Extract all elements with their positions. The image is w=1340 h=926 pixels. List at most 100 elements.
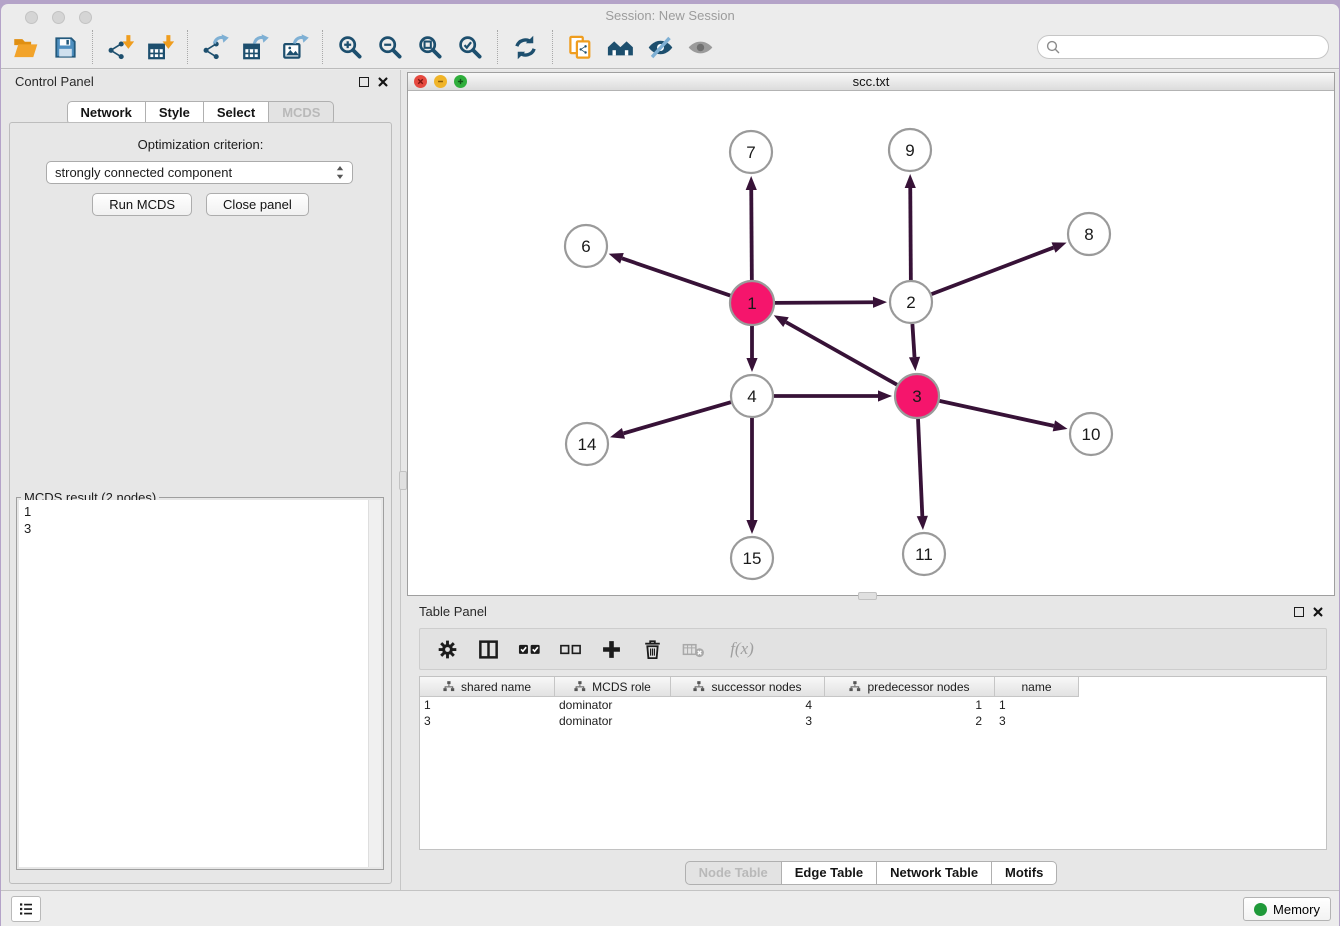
- edge-3-10[interactable]: [939, 401, 1053, 426]
- sort-hierarchy-icon: [574, 681, 586, 692]
- edge-2-3[interactable]: [912, 324, 914, 357]
- graph-node-14[interactable]: 14: [566, 423, 608, 465]
- node-label: 15: [743, 549, 762, 568]
- delete-columns-button[interactable]: [639, 636, 665, 662]
- network-window-close-button[interactable]: [414, 75, 427, 88]
- node-label: 7: [746, 143, 755, 162]
- export-network-button[interactable]: [195, 28, 235, 66]
- toolbar-separator: [187, 30, 188, 64]
- home-button[interactable]: [600, 28, 640, 66]
- node-label: 14: [578, 435, 597, 454]
- apply-preferred-layout-button[interactable]: [505, 28, 545, 66]
- control-panel-float-icon[interactable]: [359, 77, 369, 87]
- table-cell[interactable]: 4: [671, 698, 825, 712]
- edge-1-6[interactable]: [622, 258, 730, 295]
- column-header-name[interactable]: name: [995, 677, 1079, 696]
- optimization-criterion-select[interactable]: strongly connected component: [46, 161, 353, 184]
- select-all-columns-button[interactable]: [516, 636, 542, 662]
- task-history-button[interactable]: [11, 896, 41, 922]
- export-table-button[interactable]: [235, 28, 275, 66]
- graph-node-3[interactable]: 3: [895, 374, 939, 418]
- table-row[interactable]: 1dominator411: [420, 697, 1079, 713]
- show-columns-button[interactable]: [475, 636, 501, 662]
- column-label: predecessor nodes: [867, 680, 969, 694]
- edge-arrowhead: [917, 516, 928, 530]
- table-cell[interactable]: 1: [995, 698, 1079, 712]
- run-mcds-button[interactable]: Run MCDS: [92, 193, 192, 216]
- graph-node-9[interactable]: 9: [889, 129, 931, 171]
- mcds-result-list[interactable]: 1 3: [19, 500, 381, 867]
- result-scrollbar[interactable]: [368, 500, 381, 867]
- table-cell[interactable]: dominator: [555, 698, 671, 712]
- edge-2-9[interactable]: [910, 188, 911, 280]
- sort-hierarchy-icon: [693, 681, 705, 692]
- edge-3-11[interactable]: [918, 419, 922, 516]
- titlebar: Session: New Session: [1, 4, 1339, 25]
- zoom-fit-content-button[interactable]: [410, 28, 450, 66]
- network-window-zoom-button[interactable]: [454, 75, 467, 88]
- edge-3-1[interactable]: [786, 322, 897, 385]
- save-icon: [52, 34, 79, 61]
- graph-node-15[interactable]: 15: [731, 537, 773, 579]
- control-panel-close-icon[interactable]: [378, 77, 388, 87]
- graph-node-11[interactable]: 11: [903, 533, 945, 575]
- column-header-MCDS-role[interactable]: MCDS role: [555, 677, 671, 696]
- column-label: successor nodes: [711, 680, 801, 694]
- table-cell[interactable]: 1: [420, 698, 555, 712]
- table-row[interactable]: 3dominator323: [420, 713, 1079, 729]
- zoom-out-button[interactable]: [370, 28, 410, 66]
- tab-node-table[interactable]: Node Table: [685, 861, 782, 885]
- search-box: [1037, 35, 1329, 59]
- table-cell[interactable]: 3: [671, 714, 825, 728]
- table-panel-float-icon[interactable]: [1294, 607, 1304, 617]
- zoom-selected-region-button[interactable]: [450, 28, 490, 66]
- table-cell[interactable]: 2: [825, 714, 995, 728]
- graph-node-2[interactable]: 2: [890, 281, 932, 323]
- table-cell[interactable]: 3: [995, 714, 1079, 728]
- graph-node-7[interactable]: 7: [730, 131, 772, 173]
- network-window-minimize-button[interactable]: [434, 75, 447, 88]
- graph-node-8[interactable]: 8: [1068, 213, 1110, 255]
- network-canvas[interactable]: 1 2 3 4 6 7 8 9 10 11 14 15: [408, 92, 1334, 595]
- create-column-button[interactable]: [598, 636, 624, 662]
- import-table-from-file-button[interactable]: [140, 28, 180, 66]
- table-cell[interactable]: dominator: [555, 714, 671, 728]
- hide-panel-button[interactable]: [640, 28, 680, 66]
- column-header-shared-name[interactable]: shared name: [420, 677, 555, 696]
- network-window-titlebar[interactable]: scc.txt: [408, 73, 1334, 91]
- splitter-grip-horizontal[interactable]: [858, 592, 877, 600]
- open-session-button[interactable]: [5, 28, 45, 66]
- node-label: 9: [905, 141, 914, 160]
- import-network-from-file-button[interactable]: [100, 28, 140, 66]
- save-session-button[interactable]: [45, 28, 85, 66]
- table-settings-button[interactable]: [434, 636, 460, 662]
- table-cell[interactable]: 1: [825, 698, 995, 712]
- export-image-button[interactable]: [275, 28, 315, 66]
- graph-node-1[interactable]: 1: [730, 281, 774, 325]
- node-table-body: 1dominator4113dominator323: [420, 697, 1326, 729]
- graph-node-6[interactable]: 6: [565, 225, 607, 267]
- zoom-in-button[interactable]: [330, 28, 370, 66]
- show-panel-button[interactable]: [680, 28, 720, 66]
- search-input[interactable]: [1037, 35, 1329, 59]
- column-header-successor-nodes[interactable]: successor nodes: [671, 677, 825, 696]
- splitter-grip-vertical[interactable]: [399, 471, 407, 490]
- edge-4-14[interactable]: [623, 402, 730, 433]
- tab-motifs[interactable]: Motifs: [992, 861, 1057, 885]
- clone-network-button[interactable]: [560, 28, 600, 66]
- graph-node-10[interactable]: 10: [1070, 413, 1112, 455]
- graph-node-4[interactable]: 4: [731, 375, 773, 417]
- table-panel-close-icon[interactable]: [1313, 607, 1323, 617]
- close-panel-button[interactable]: Close panel: [206, 193, 309, 216]
- column-header-predecessor-nodes[interactable]: predecessor nodes: [825, 677, 995, 696]
- edge-1-2[interactable]: [775, 302, 873, 303]
- memory-button[interactable]: Memory: [1243, 897, 1331, 921]
- edge-2-8[interactable]: [932, 248, 1054, 295]
- tab-network-table[interactable]: Network Table: [877, 861, 992, 885]
- tab-edge-table[interactable]: Edge Table: [782, 861, 877, 885]
- column-label: name: [1021, 680, 1051, 694]
- table-cell[interactable]: 3: [420, 714, 555, 728]
- edge-1-7[interactable]: [751, 190, 752, 280]
- unselect-all-columns-button[interactable]: [557, 636, 583, 662]
- eye-icon: [687, 34, 714, 61]
